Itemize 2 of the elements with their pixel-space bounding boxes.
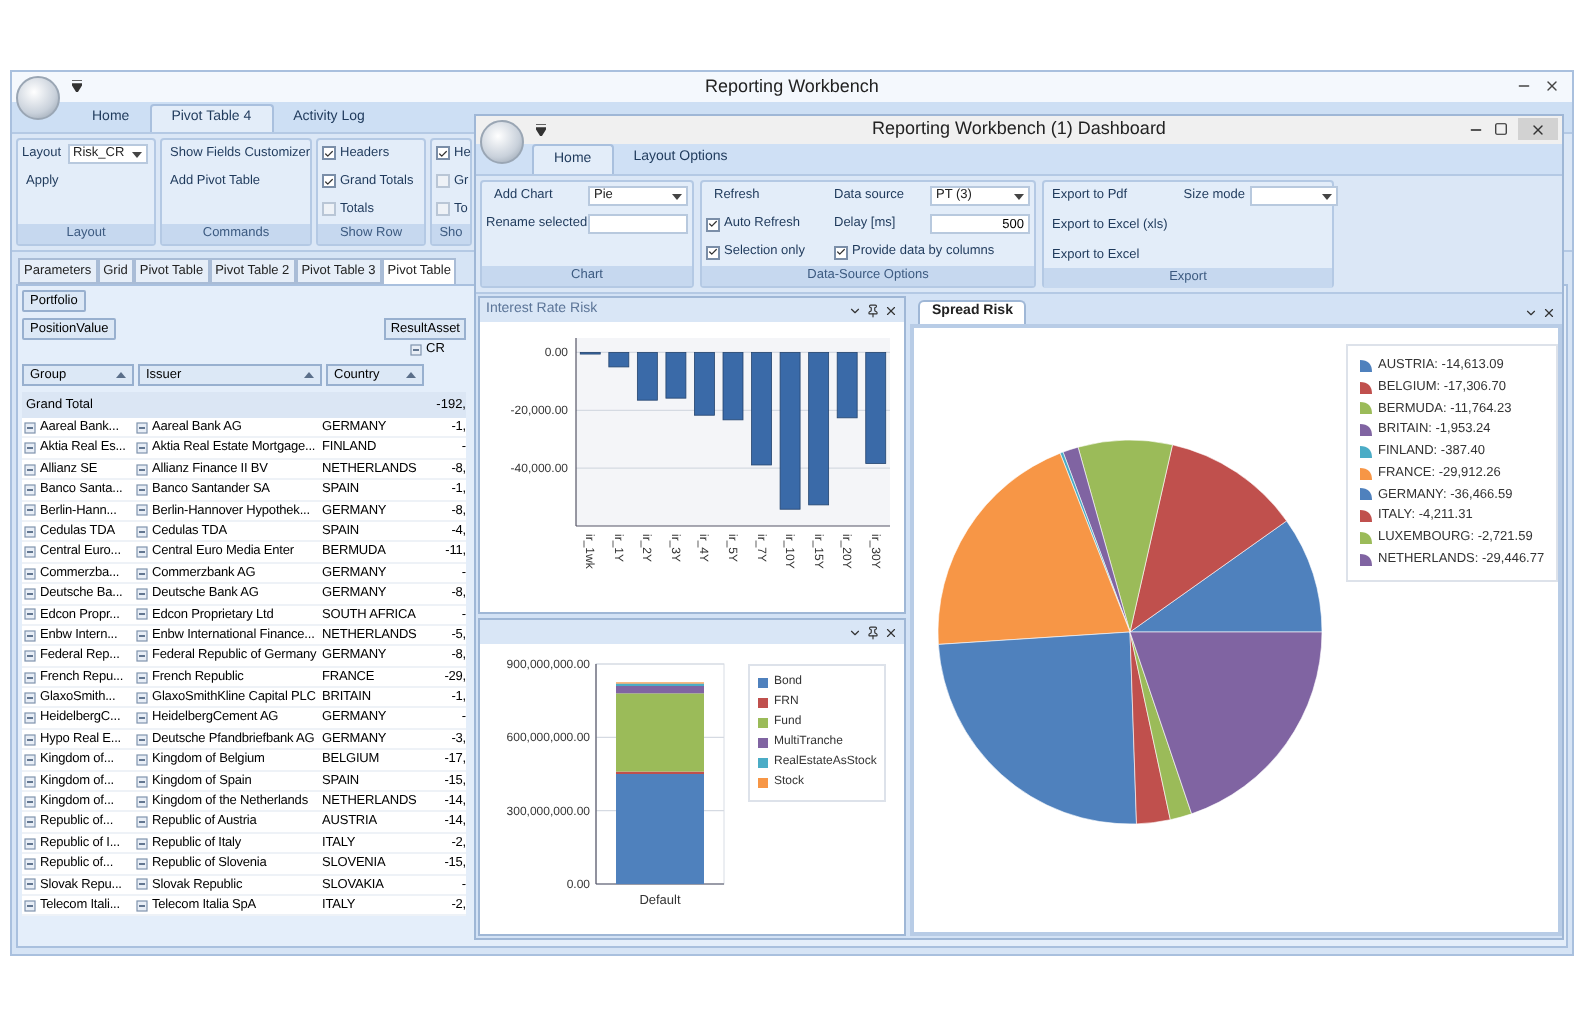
window-title: Reporting Workbench <box>705 73 879 100</box>
window-title: Reporting Workbench (1) Dashboard <box>872 116 1166 143</box>
